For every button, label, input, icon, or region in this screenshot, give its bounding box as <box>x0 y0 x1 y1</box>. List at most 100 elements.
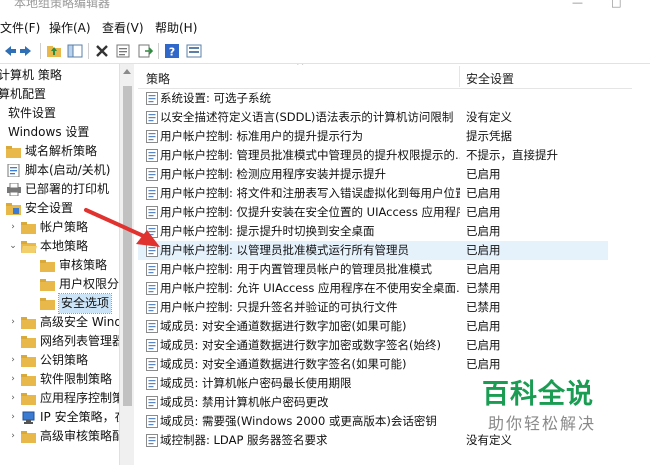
expand-icon[interactable]: › <box>8 427 18 446</box>
column-divider[interactable] <box>459 66 460 87</box>
expand-icon[interactable]: › <box>8 313 18 332</box>
policy-setting-value: 提示凭据 <box>466 129 512 143</box>
policy-name: 用户帐户控制: 检测应用程序安装并提示提升 <box>160 167 387 181</box>
table-row[interactable]: 用户帐户控制: 用于内置管理员帐户的管理员批准模式 已启用 <box>138 260 608 279</box>
table-row[interactable]: 用户帐户控制: 仅提升安装在安全位置的 UIAccess 应用程序 已启用 <box>138 203 608 222</box>
table-row[interactable]: 用户帐户控制: 管理员批准模式中管理员的提升权限提示的... 不提示，直接提升 <box>138 146 608 165</box>
table-row[interactable]: 用户帐户控制: 以管理员批准模式运行所有管理员 已启用 <box>138 241 608 260</box>
table-row[interactable]: 用户帐户控制: 将文件和注册表写入错误虚拟化到每用户位置 已启用 <box>138 184 608 203</box>
table-row[interactable]: 用户帐户控制: 检测应用程序安装并提示提升 已启用 <box>138 165 608 184</box>
back-icon[interactable] <box>0 42 18 60</box>
list-scrollbar[interactable] <box>632 64 650 465</box>
export-icon[interactable] <box>136 42 154 60</box>
tree-node-advanced-security[interactable]: › 高级安全 Wind <box>8 313 122 332</box>
table-row[interactable]: 用户帐户控制: 只提升签名并验证的可执行文件 已禁用 <box>138 298 608 317</box>
policy-setting-icon <box>146 206 158 219</box>
policy-setting-value: 已启用 <box>466 319 501 333</box>
tree-node-windows-settings[interactable]: Windows 设置 <box>8 123 89 142</box>
column-header-policy[interactable]: 策略 <box>146 70 170 87</box>
tree-node-network-list[interactable]: 网络列表管理器 <box>21 332 124 351</box>
menu-action[interactable]: 操作(A) <box>49 19 91 36</box>
table-row[interactable]: 用户帐户控制: 提示提升时切换到安全桌面 已启用 <box>138 222 608 241</box>
tree-node-label: 计算机 策略 <box>0 68 62 82</box>
tree-node-security-settings[interactable]: 安全设置 <box>6 199 73 218</box>
tree-node-label: 域名解析策略 <box>25 144 98 158</box>
policy-name: 以安全描述符定义语言(SDDL)语法表示的计算机访问限制 <box>160 110 454 124</box>
expand-icon[interactable]: › <box>8 351 18 370</box>
scroll-up-icon[interactable] <box>123 69 131 74</box>
minimize-button[interactable]: — <box>572 0 583 9</box>
tree-node-public-key[interactable]: › 公钥策略 <box>8 351 88 370</box>
tree-node-computer-policy[interactable]: 计算机 策略 <box>0 66 62 85</box>
menu-file[interactable]: 文件(F) <box>0 19 40 36</box>
help-icon[interactable]: ? <box>163 42 181 60</box>
policy-setting-icon <box>146 434 158 447</box>
policy-setting-icon <box>146 111 158 124</box>
policy-setting-icon <box>146 92 158 105</box>
table-row[interactable]: 用户帐户控制: 标准用户的提升提示行为 提示凭据 <box>138 127 608 146</box>
policy-setting-value: 已启用 <box>466 205 501 219</box>
tree-node-local-policies[interactable]: ⌄ 本地策略 <box>8 237 88 256</box>
tree-node-software-settings[interactable]: 软件设置 <box>8 104 56 123</box>
folder-icon <box>40 259 56 272</box>
policy-setting-value: 已启用 <box>466 224 501 238</box>
window-title: 本地组策略编辑器 <box>14 0 111 10</box>
view-icon[interactable] <box>185 42 203 60</box>
show-tree-icon[interactable] <box>66 42 84 60</box>
policy-setting-icon <box>146 415 158 428</box>
maximize-button[interactable]: □ <box>611 0 621 9</box>
scrollbar-thumb[interactable] <box>123 86 132 406</box>
tree-node-label: 安全设置 <box>25 201 74 215</box>
forward-icon[interactable] <box>18 42 36 60</box>
tree-node-software-restriction[interactable]: › 软件限制策略 <box>8 370 112 389</box>
table-row[interactable]: 用户帐户控制: 允许 UIAccess 应用程序在不使用安全桌面... 已禁用 <box>138 279 608 298</box>
tree-node-deployed-printers[interactable]: 已部署的打印机 <box>6 180 109 199</box>
tree-node-app-control[interactable]: › 应用程序控制策 <box>8 389 124 408</box>
expand-icon[interactable]: › <box>8 370 18 389</box>
delete-icon[interactable] <box>93 42 111 60</box>
menu-help[interactable]: 帮助(H) <box>155 19 197 36</box>
policy-name: 域成员: 需要强(Windows 2000 或更高版本)会话密钥 <box>160 414 437 428</box>
expand-icon[interactable]: › <box>8 218 18 237</box>
up-folder-icon[interactable] <box>45 42 63 60</box>
expand-icon[interactable]: › <box>8 408 18 427</box>
tree-node-computer-config[interactable]: 算机配置 <box>0 85 46 104</box>
menu-view[interactable]: 查看(V) <box>102 19 144 36</box>
tree-node-label: 公钥策略 <box>40 353 89 367</box>
toolbar-separator <box>40 43 41 59</box>
policy-name: 用户帐户控制: 以管理员批准模式运行所有管理员 <box>160 243 410 257</box>
tree-node-ip-security[interactable]: › IP 安全策略，在 <box>8 408 127 427</box>
folder-icon <box>21 430 37 443</box>
tree-node-scripts[interactable]: 脚本(启动/关机) <box>6 161 110 180</box>
tree-node-account-policies[interactable]: › 帐户策略 <box>8 218 88 237</box>
tree-node-audit-policy[interactable]: 审核策略 <box>40 256 107 275</box>
folder-icon <box>21 316 37 329</box>
table-row[interactable]: 域成员: 对安全通道数据进行数字加密或数字签名(始终) 已启用 <box>138 336 608 355</box>
folder-icon <box>21 221 37 234</box>
script-icon <box>6 163 22 178</box>
menu-bar: 文件(F) 操作(A) 查看(V) 帮助(H) <box>0 14 650 38</box>
ip-security-icon <box>21 411 37 424</box>
tree-node-name-resolution[interactable]: 域名解析策略 <box>6 142 97 161</box>
table-row[interactable]: 域成员: 对安全通道数据进行数字加密(如果可能) 已启用 <box>138 317 608 336</box>
tree-node-label: 帐户策略 <box>40 220 89 234</box>
column-header-setting[interactable]: 安全设置 <box>466 70 514 87</box>
policy-name: 域成员: 计算机帐户密码最长使用期限 <box>160 376 352 390</box>
collapse-icon[interactable]: ⌄ <box>8 237 18 256</box>
tree-node-advanced-audit[interactable]: › 高级审核策略配 <box>8 427 124 446</box>
printer-icon <box>6 182 22 197</box>
table-row[interactable]: 以安全描述符定义语言(SDDL)语法表示的计算机访问限制 没有定义 <box>138 108 608 127</box>
policy-name: 用户帐户控制: 提示提升时切换到安全桌面 <box>160 224 375 238</box>
properties-icon[interactable] <box>114 42 132 60</box>
tree-node-user-rights[interactable]: 用户权限分配 <box>40 275 131 294</box>
title-bar: 本地组策略编辑器 — □ <box>0 0 650 14</box>
tree-node-label: 软件设置 <box>8 106 57 120</box>
expand-icon[interactable]: › <box>8 389 18 408</box>
policy-setting-icon <box>146 396 158 409</box>
policy-setting-icon <box>146 339 158 352</box>
folder-open-icon <box>21 240 37 253</box>
tree-node-security-options[interactable]: 安全选项 <box>40 293 113 314</box>
tree-scrollbar[interactable] <box>119 64 134 465</box>
table-row[interactable]: 系统设置: 可选子系统 <box>138 89 608 108</box>
policy-setting-value: 没有定义 <box>466 110 512 124</box>
